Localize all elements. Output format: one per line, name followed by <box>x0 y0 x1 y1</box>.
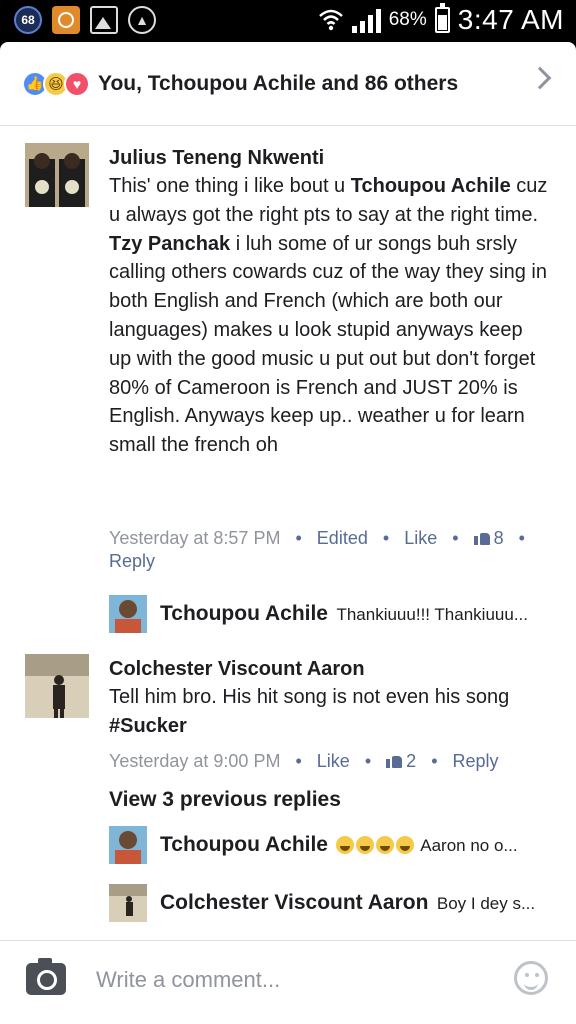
mention-link[interactable]: Tzy Panchak <box>109 233 230 255</box>
comment-meta: Yesterday at 8:57 PM • Edited • Like • 8… <box>109 528 525 571</box>
like-button[interactable]: Like <box>317 751 350 771</box>
love-reaction-icon: ♥ <box>64 70 90 97</box>
thumbs-up-icon <box>473 531 490 545</box>
notification-icons: 68 ▲ <box>14 6 156 34</box>
battery-percent: 68% <box>388 9 427 30</box>
comment-body: This' one thing i like bout u Tchoupou A… <box>109 172 549 460</box>
signal-icon <box>351 7 381 33</box>
like-button[interactable]: Like <box>404 528 437 548</box>
reply-author: Colchester Viscount Aaron <box>160 891 429 914</box>
reaction-icons: 👍 😆 ♥ <box>22 70 90 97</box>
avatar[interactable] <box>109 595 147 633</box>
avatar[interactable] <box>109 884 147 922</box>
reply-text: Aaron no o... <box>336 836 518 855</box>
comment-text: Tell him bro. His hit song is not even h… <box>109 686 510 708</box>
comment-author[interactable]: Colchester Viscount Aaron <box>109 658 365 681</box>
comment-text: This' one thing i like bout u <box>109 175 351 197</box>
comments-sheet: 👍 😆 ♥ You, Tchoupou Achile and 86 others… <box>0 42 576 1024</box>
reply-author: Tchoupou Achile <box>160 602 328 625</box>
mention-link[interactable]: #Sucker <box>109 715 187 737</box>
system-indicators: 68% 3:47 AM <box>318 3 564 36</box>
reactions-summary[interactable]: 👍 😆 ♥ You, Tchoupou Achile and 86 others <box>0 42 576 126</box>
chevron-right-icon[interactable] <box>528 66 552 90</box>
camera-icon[interactable] <box>26 958 66 995</box>
comment-body: Tell him bro. His hit song is not even h… <box>109 683 549 741</box>
mention-link[interactable]: Tchoupou Achile <box>351 175 511 197</box>
status-bar: 68 ▲ 68% 3:47 AM <box>0 0 576 42</box>
app-notification-icon <box>52 6 80 34</box>
reactions-text: You, Tchoupou Achile and 86 others <box>98 71 459 95</box>
avatar[interactable] <box>109 826 147 864</box>
reply-button[interactable]: Reply <box>109 551 155 571</box>
battery-icon <box>434 3 450 33</box>
view-previous-replies-link[interactable]: View 3 previous replies <box>109 788 341 812</box>
like-count[interactable]: 2 <box>386 751 416 771</box>
reply-button[interactable]: Reply <box>453 751 499 771</box>
wifi-icon <box>318 9 343 31</box>
laughing-emoji-icon <box>376 836 395 854</box>
comment-input[interactable] <box>96 963 476 997</box>
gallery-icon <box>90 6 118 34</box>
reply-preview[interactable]: Tchoupou Achile Thankiuuu!!! Thankiuuu..… <box>160 602 560 626</box>
reply-text: Boy I dey s... <box>436 894 536 913</box>
avatar[interactable] <box>25 654 89 718</box>
reply-preview[interactable]: Colchester Viscount Aaron Boy I dey s... <box>160 891 560 915</box>
laughing-emoji-icon <box>356 836 375 854</box>
reply-author: Tchoupou Achile <box>160 833 328 856</box>
comment-text: i luh some of ur songs buh srsly calling… <box>109 232 547 457</box>
notification-count-icon: 68 <box>14 6 42 34</box>
thumbs-up-icon <box>386 754 403 768</box>
laughing-emoji-icon <box>336 836 355 854</box>
reply-preview[interactable]: Tchoupou Achile Aaron no o... <box>160 833 560 857</box>
comment-meta: Yesterday at 9:00 PM • Like • 2 • Reply <box>109 751 499 771</box>
edited-label[interactable]: Edited <box>317 528 368 548</box>
reply-text: Thankiuuu!!! Thankiuuu... <box>336 605 528 624</box>
comment-timestamp: Yesterday at 9:00 PM <box>109 751 281 771</box>
comment-timestamp: Yesterday at 8:57 PM <box>109 528 281 548</box>
like-count[interactable]: 8 <box>473 528 504 548</box>
comment-composer <box>0 940 576 1024</box>
laughing-emoji-icon <box>396 836 415 854</box>
navigation-icon: ▲ <box>128 6 156 34</box>
emoji-picker-icon[interactable] <box>514 961 548 995</box>
clock: 3:47 AM <box>457 4 564 35</box>
comment-author[interactable]: Julius Teneng Nkwenti <box>109 147 324 170</box>
avatar[interactable] <box>25 143 89 207</box>
